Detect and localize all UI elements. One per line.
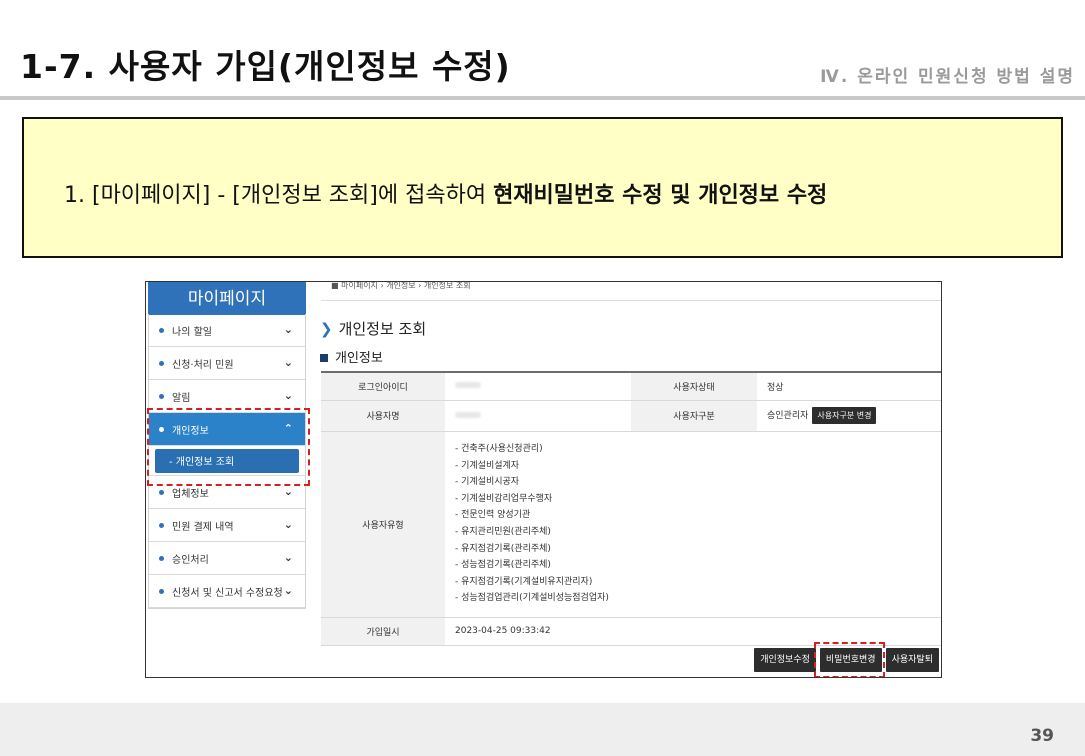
highlight-box-personal-info — [147, 408, 310, 486]
bullet-icon — [159, 588, 164, 594]
bullet-icon — [159, 555, 164, 561]
bullet-icon — [159, 360, 164, 366]
label-joined: 가입일시 — [321, 617, 445, 646]
label-user-status: 사용자상태 — [631, 371, 757, 401]
instruction-callout: 1. [마이페이지] - [개인정보 조회]에 접속하여 현재비밀번호 수정 및… — [22, 117, 1063, 258]
section-title-text: 개인정보 — [335, 351, 383, 366]
label-user-class: 사용자구분 — [631, 400, 757, 432]
instruction-text: 1. [마이페이지] - [개인정보 조회]에 접속하여 현재비밀번호 수정 및… — [64, 177, 827, 209]
instruction-emphasis: 현재비밀번호 수정 및 개인정보 수정 — [493, 183, 828, 208]
user-class-text: 승인관리자 — [767, 411, 809, 421]
sidebar-item-label: 민원 결제 내역 — [172, 521, 234, 533]
user-type-item: - 유지점검기록(기계설비유지관리자) — [455, 576, 593, 587]
table-row: 가입일시 2023-04-25 09:33:42 — [321, 617, 941, 646]
sidebar-item-label: 업체정보 — [172, 488, 209, 500]
user-type-item: - 성능점검업관리(기계설비성능점검업자) — [455, 593, 609, 604]
page-number: 39 — [1030, 726, 1054, 746]
user-type-item: - 전문인력 양성기관 — [455, 510, 531, 521]
chevron-down-icon: ⌄ — [283, 584, 293, 597]
sidebar-item-label: 신청·처리 민원 — [172, 359, 234, 371]
withdraw-user-button[interactable]: 사용자탈퇴 — [885, 648, 939, 672]
slide-section-label: Ⅳ. 온라인 민원신청 방법 설명 — [820, 67, 1075, 87]
slide-title: 1-7. 사용자 가입(개인정보 수정) — [20, 47, 511, 86]
table-row: 사용자명 사용자구분 승인관리자 사용자구분 변경 — [321, 400, 941, 432]
redacted-value — [455, 411, 481, 418]
bullet-icon — [159, 522, 164, 528]
footer-band — [0, 703, 1085, 756]
table-row: 사용자유형 - 건축주(사용신청관리) - 기계설비설계자 - 기계설비시공자 … — [321, 431, 941, 618]
value-login-id — [445, 371, 631, 401]
chevron-right-icon: ❯ — [320, 320, 333, 338]
chevron-down-icon: ⌄ — [283, 551, 293, 564]
value-joined: 2023-04-25 09:33:42 — [445, 617, 941, 646]
page-title-text: 개인정보 조회 — [338, 320, 427, 338]
bullet-icon — [159, 327, 164, 333]
instruction-prefix: 1. [마이페이지] - [개인정보 조회]에 접속하여 — [64, 183, 494, 208]
user-type-item: - 기계설비시공자 — [455, 477, 520, 488]
edit-personal-info-button[interactable]: 개인정보수정 — [754, 648, 816, 672]
chevron-down-icon: ⌄ — [283, 518, 293, 531]
breadcrumb-text: 마이페이지 › 개인정보 › 개인정보 조회 — [341, 281, 471, 290]
sidebar-item-approvals[interactable]: 승인처리 ⌄ — [149, 542, 305, 575]
chevron-down-icon: ⌄ — [283, 485, 293, 498]
label-user-name: 사용자명 — [321, 400, 445, 432]
square-bullet-icon — [320, 354, 328, 362]
chevron-down-icon: ⌄ — [283, 323, 293, 336]
user-type-item: - 기계설비감리업무수행자 — [455, 493, 553, 504]
mypage-sidebar: 마이페이지 나의 할일 ⌄ 신청·처리 민원 ⌄ 알림 ⌄ 개인정보 ⌃ - 개인정보 … — [146, 282, 310, 677]
chevron-down-icon: ⌄ — [283, 389, 293, 402]
sidebar-item-my-tasks[interactable]: 나의 할일 ⌄ — [149, 314, 305, 347]
sidebar-item-label: 승인처리 — [172, 554, 209, 566]
screenshot-frame: 마이페이지 나의 할일 ⌄ 신청·처리 민원 ⌄ 알림 ⌄ 개인정보 ⌃ - 개인정보 … — [145, 281, 942, 678]
page-title: ❯ 개인정보 조회 — [320, 318, 426, 339]
label-login-id: 로그인아이디 — [321, 371, 445, 401]
personal-info-table: 로그인아이디 사용자상태 정상 사용자명 사용자구분 승인관리자 사용자구분 변경… — [321, 371, 941, 646]
sidebar-item-payments[interactable]: 민원 결제 내역 ⌄ — [149, 509, 305, 542]
sidebar-item-applications[interactable]: 신청·처리 민원 ⌄ — [149, 347, 305, 380]
home-icon: ■ — [331, 281, 339, 290]
user-type-item: - 성능점검기록(관리주체) — [455, 560, 551, 571]
sidebar-item-label: 신청서 및 신고서 수정요청 — [172, 587, 283, 599]
bullet-icon — [159, 489, 164, 495]
user-type-item: - 건축주(사용신청관리) — [455, 444, 543, 455]
value-user-status: 정상 — [757, 371, 941, 401]
title-divider — [0, 96, 1085, 100]
user-type-item: - 기계설비설계자 — [455, 460, 520, 471]
breadcrumb-divider — [321, 300, 941, 301]
change-user-class-button[interactable]: 사용자구분 변경 — [812, 407, 877, 424]
bullet-icon — [159, 393, 164, 399]
sidebar-header: 마이페이지 — [148, 282, 306, 315]
sidebar-item-label: 알림 — [172, 392, 191, 404]
user-type-item: - 유지점검기록(관리주체) — [455, 543, 551, 554]
breadcrumb: ■ 마이페이지 › 개인정보 › 개인정보 조회 — [331, 281, 471, 291]
user-type-item: - 유지관리민원(관리주체) — [455, 527, 551, 537]
value-user-class: 승인관리자 사용자구분 변경 — [757, 400, 941, 432]
section-title: 개인정보 — [320, 347, 383, 366]
highlight-box-change-password — [814, 642, 885, 677]
value-user-types: - 건축주(사용신청관리) - 기계설비설계자 - 기계설비시공자 - 기계설비… — [445, 431, 941, 618]
value-user-name — [445, 400, 631, 432]
label-user-type: 사용자유형 — [321, 431, 445, 618]
table-row: 로그인아이디 사용자상태 정상 — [321, 371, 941, 401]
redacted-value — [455, 382, 481, 389]
sidebar-item-modification-requests[interactable]: 신청서 및 신고서 수정요청 ⌄ — [149, 575, 305, 608]
chevron-down-icon: ⌄ — [283, 356, 293, 369]
sidebar-item-label: 나의 할일 — [172, 326, 212, 338]
